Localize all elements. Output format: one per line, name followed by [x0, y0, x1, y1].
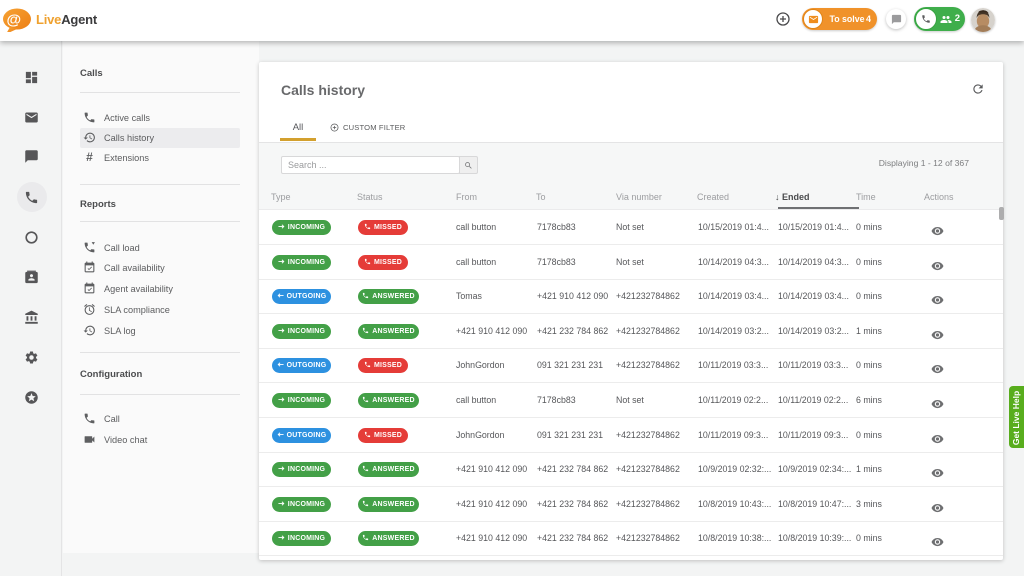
svg-text:@: @ — [7, 12, 22, 29]
